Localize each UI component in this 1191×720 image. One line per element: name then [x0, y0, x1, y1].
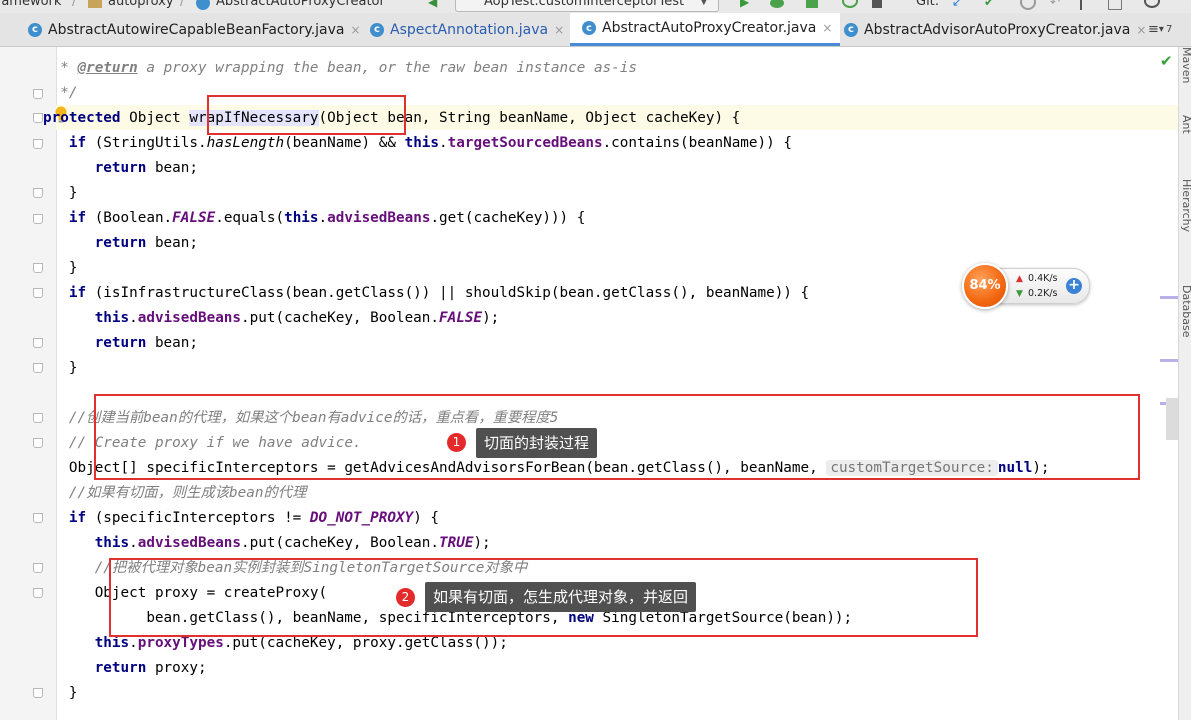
code-line: } — [68, 685, 78, 701]
tab-abstract-advisor-auto-proxy-creator[interactable]: c AbstractAdvisorAutoProxyCreator.java × — [844, 13, 1146, 46]
class-icon: c — [370, 22, 384, 37]
close-icon[interactable]: × — [554, 23, 564, 37]
code-line: return bean; — [94, 235, 198, 251]
annotation-box-method — [207, 95, 406, 135]
class-icon: c — [582, 21, 596, 35]
tab-label: AbstractAdvisorAutoProxyCreator.java — [864, 21, 1131, 38]
history-icon[interactable] — [1020, 0, 1036, 10]
download-speed: ▼ 0.2K/s — [1016, 288, 1058, 299]
tool-window-ant[interactable]: Ant — [1180, 115, 1191, 134]
upload-speed: ▲ 0.4K/s — [1016, 273, 1058, 284]
close-icon[interactable]: × — [822, 21, 832, 35]
inspection-ok-icon: ✔ — [1160, 52, 1173, 70]
chevron-down-icon: ▾ — [1158, 24, 1164, 35]
profile-icon[interactable] — [842, 0, 858, 8]
code-line: * @return a proxy wrapping the bean, or … — [51, 60, 637, 76]
run-icon[interactable]: ▶ — [740, 0, 754, 9]
code-line: if (StringUtils.hasLength(beanName) && t… — [68, 135, 792, 151]
class-icon: c — [28, 22, 42, 37]
navigation-toolbar: ramework / autoproxy / AbstractAutoProxy… — [0, 0, 1191, 13]
cpu-usage-ball[interactable]: 84% — [962, 263, 1008, 309]
breadcrumb-separator: / — [180, 0, 185, 9]
tab-label: AspectAnnotation.java — [390, 21, 549, 38]
annotation-tooltip-2: 如果有切面，怎生成代理对象，并返回 — [425, 582, 697, 612]
right-tool-window-bar: Maven Ant Hierarchy Database — [1178, 47, 1191, 720]
annotation-badge-1: 1 — [447, 433, 466, 452]
tool-window-database[interactable]: Database — [1180, 285, 1191, 338]
tab-abstract-autowire-capable-bean-factory[interactable]: c AbstractAutowireCapableBeanFactory.jav… — [28, 13, 361, 46]
code-line: return proxy; — [94, 660, 207, 676]
rollback-icon[interactable]: ↶ — [1050, 0, 1064, 9]
run-config-label: AopTest.customInterceptorTest — [484, 0, 685, 9]
breadcrumb-separator: / — [72, 0, 77, 9]
tool-window-maven[interactable]: Maven — [1180, 47, 1191, 83]
annotation-box-interceptors — [94, 394, 1140, 480]
scrollbar-thumb[interactable] — [1166, 398, 1178, 440]
code-line: if (Boolean.FALSE.equals(this.advisedBea… — [68, 210, 586, 226]
vcs-label: Git: — [916, 0, 940, 9]
plus-icon[interactable]: + — [1066, 278, 1082, 294]
tab-overflow-count: 7 — [1165, 24, 1173, 35]
code-line: */ — [51, 85, 78, 101]
class-icon: c — [844, 22, 858, 37]
scroll-marker[interactable] — [1160, 296, 1178, 299]
separator-icon — [1080, 0, 1082, 10]
code-line: } — [68, 185, 78, 201]
tab-abstract-auto-proxy-creator[interactable]: c AbstractAutoProxyCreator.java × — [570, 13, 841, 46]
back-arrow-icon[interactable]: ◀ — [428, 0, 442, 9]
coverage-icon[interactable] — [806, 0, 818, 8]
tab-overflow-button[interactable]: ≡ ▾ 7 — [1148, 13, 1172, 46]
tab-label: AbstractAutowireCapableBeanFactory.java — [48, 21, 345, 38]
network-monitor-widget[interactable]: 84% ▲ 0.4K/s ▼ 0.2K/s + — [962, 263, 1090, 309]
code-line-method-signature: protected Object wrapIfNecessary(Object … — [43, 110, 741, 126]
build-icon[interactable] — [872, 0, 882, 8]
tab-aspect-annotation[interactable]: c AspectAnnotation.java × — [370, 13, 564, 46]
debug-icon[interactable] — [770, 0, 784, 8]
breadcrumb-class[interactable]: AbstractAutoProxyCreator — [216, 0, 385, 9]
chevron-down-icon: ▼ — [700, 0, 708, 7]
close-icon[interactable]: × — [350, 23, 360, 37]
breadcrumb-package[interactable]: autoproxy — [108, 0, 174, 9]
folder-icon — [88, 0, 102, 8]
class-icon — [196, 0, 210, 10]
code-line: return bean; — [94, 160, 198, 176]
tool-window-hierarchy[interactable]: Hierarchy — [1180, 179, 1191, 232]
arrow-up-icon: ▲ — [1016, 274, 1023, 284]
vcs-update-icon[interactable]: ↙ — [952, 0, 966, 9]
scroll-marker[interactable] — [1160, 359, 1178, 362]
project-structure-icon[interactable] — [1108, 0, 1122, 10]
tab-overflow-icon: ≡ — [1148, 22, 1159, 37]
vcs-commit-icon[interactable]: ✔ — [984, 0, 998, 9]
code-line: if (specificInterceptors != DO_NOT_PROXY… — [68, 510, 440, 526]
annotation-badge-2: 2 — [396, 588, 415, 607]
tab-label: AbstractAutoProxyCreator.java — [602, 20, 817, 36]
code-line: } — [68, 360, 78, 376]
annotation-tooltip-1: 切面的封装过程 — [476, 428, 598, 458]
editor-tab-bar: c AbstractAutowireCapableBeanFactory.jav… — [0, 13, 1191, 47]
arrow-down-icon: ▼ — [1016, 289, 1023, 299]
close-icon[interactable]: × — [1136, 23, 1146, 37]
code-line: this.advisedBeans.put(cacheKey, Boolean.… — [94, 310, 500, 326]
search-icon[interactable] — [1144, 0, 1160, 8]
breadcrumb-project[interactable]: ramework — [0, 0, 61, 9]
code-line: this.advisedBeans.put(cacheKey, Boolean.… — [94, 535, 491, 551]
code-comment: //如果有切面，则生成该bean的代理 — [68, 485, 307, 501]
code-line: return bean; — [94, 335, 198, 351]
